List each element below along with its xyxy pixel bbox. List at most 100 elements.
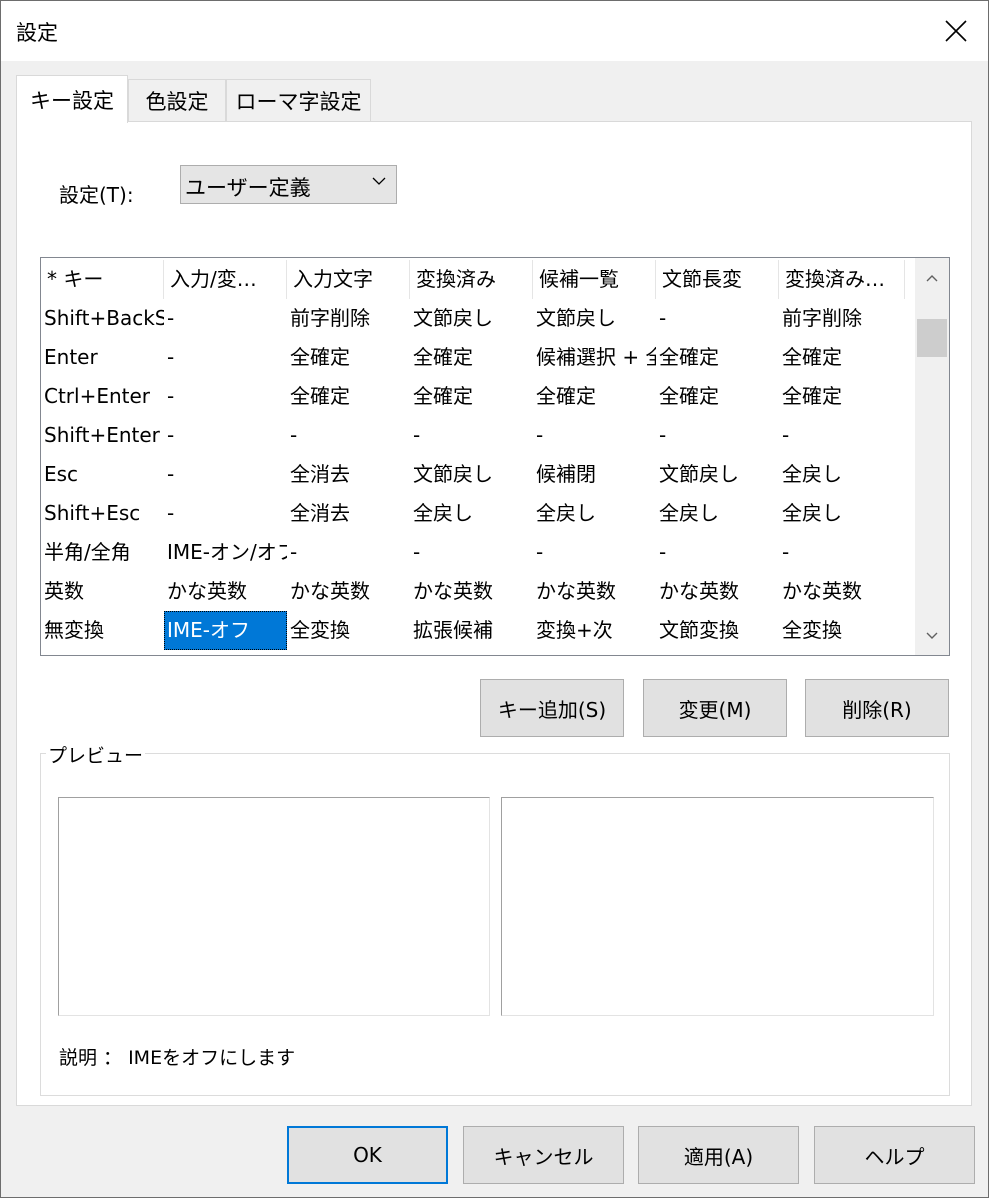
table-row[interactable]: Enter-全確定全確定候補選択 + 全確定全確定全確定 xyxy=(41,338,915,377)
table-cell[interactable]: 文節戻し xyxy=(533,299,656,338)
table-row[interactable]: 無変換 IME-オフ 全変換 拡張候補 変換+次 文節変換 全変換 xyxy=(41,611,915,650)
column-header[interactable]: 変換済み… xyxy=(779,260,905,299)
scroll-down-icon[interactable] xyxy=(924,628,940,644)
close-button[interactable] xyxy=(924,1,988,61)
help-button[interactable]: ヘルプ xyxy=(814,1126,975,1184)
table-cell[interactable]: - xyxy=(287,533,410,572)
table-cell[interactable]: - xyxy=(779,533,905,572)
table-cell[interactable]: 英数 xyxy=(41,572,164,611)
key-table[interactable]: * キー 入力/変… 入力文字 変換済み 候補一覧 文節長変 変換済み… Shift+Back… xyxy=(40,257,950,656)
table-cell[interactable]: 全確定 xyxy=(656,377,779,416)
table-cell[interactable]: 候補選択 + 全確定 xyxy=(533,338,656,377)
tab-color-settings[interactable]: 色設定 xyxy=(128,79,226,121)
table-row[interactable]: Shift+BackSpace-前字削除文節戻し文節戻し-前字削除 xyxy=(41,299,915,338)
table-cell[interactable]: - xyxy=(164,299,287,338)
table-cell[interactable]: 前字削除 xyxy=(779,299,905,338)
column-header[interactable]: 候補一覧 xyxy=(533,260,656,299)
table-cell[interactable]: 前字削除 xyxy=(287,299,410,338)
table-cell[interactable]: 全戻し xyxy=(410,494,533,533)
table-cell[interactable]: - xyxy=(287,416,410,455)
scroll-up-icon[interactable] xyxy=(924,270,940,286)
table-row[interactable]: Ctrl+Enter - 全確定 全確定 全確定 全確定 全確定 xyxy=(41,377,915,416)
table-cell[interactable]: 全消去 xyxy=(287,455,410,494)
close-icon xyxy=(945,20,967,42)
table-cell[interactable]: - xyxy=(410,533,533,572)
table-cell[interactable]: 全確定 xyxy=(533,377,656,416)
window-title: 設定 xyxy=(16,21,58,45)
table-cell[interactable]: Shift+BackSpace xyxy=(41,299,164,338)
tab-romaji-settings[interactable]: ローマ字設定 xyxy=(226,79,371,121)
table-cell[interactable]: 無変換 xyxy=(41,611,164,650)
table-cell[interactable]: かな英数 xyxy=(164,572,287,611)
setting-dropdown[interactable]: ユーザー定義 xyxy=(180,165,397,204)
table-cell[interactable]: かな英数 xyxy=(533,572,656,611)
table-cell[interactable]: IME-オン/オフ xyxy=(164,533,287,572)
table-cell[interactable]: 文節戻し xyxy=(656,455,779,494)
column-header[interactable]: 文節長変 xyxy=(656,260,779,299)
table-cell[interactable]: 全戻し xyxy=(779,455,905,494)
table-cell[interactable]: 文節戻し xyxy=(410,299,533,338)
table-cell[interactable]: - xyxy=(164,377,287,416)
table-cell[interactable]: 全戻し xyxy=(779,494,905,533)
table-cell[interactable]: 候補閉 xyxy=(533,455,656,494)
table-cell[interactable]: Shift+Enter xyxy=(41,416,164,455)
table-cell[interactable]: 全確定 xyxy=(779,338,905,377)
delete-button[interactable]: 削除(R) xyxy=(805,679,949,737)
table-cell[interactable]: 全確定 xyxy=(779,377,905,416)
column-header[interactable]: 入力/変… xyxy=(164,260,287,299)
table-cell[interactable]: - xyxy=(779,416,905,455)
table-cell[interactable]: Enter xyxy=(41,338,164,377)
table-cell[interactable]: 全確定 xyxy=(410,377,533,416)
table-row[interactable]: Esc - 全消去 文節戻し 候補閉 文節戻し 全戻し xyxy=(41,455,915,494)
table-cell[interactable]: Shift+Esc xyxy=(41,494,164,533)
table-cell[interactable]: IME-オフ xyxy=(164,611,287,650)
table-row[interactable]: Shift+Enter - - - - - - xyxy=(41,416,915,455)
table-cell[interactable]: - xyxy=(164,416,287,455)
table-cell[interactable]: かな英数 xyxy=(287,572,410,611)
table-cell[interactable]: 半角/全角 xyxy=(41,533,164,572)
table-row[interactable]: Shift+Esc - 全消去 全戻し 全戻し 全戻し 全戻し xyxy=(41,494,915,533)
table-cell[interactable]: 変換+次 xyxy=(533,611,656,650)
table-cell[interactable]: - xyxy=(656,299,779,338)
change-button[interactable]: 変更(M) xyxy=(643,679,787,737)
cancel-button[interactable]: キャンセル xyxy=(463,1126,624,1184)
description-text: 説明 ： IMEをオフにします xyxy=(59,1047,296,1069)
table-cell[interactable]: 拡張候補 xyxy=(410,611,533,650)
apply-button[interactable]: 適用(A) xyxy=(638,1126,799,1184)
table-cell[interactable]: 全消去 xyxy=(287,494,410,533)
table-cell[interactable]: - xyxy=(533,533,656,572)
table-cell[interactable]: 全変換 xyxy=(779,611,905,650)
column-header[interactable]: 変換済み xyxy=(410,260,533,299)
scroll-thumb[interactable] xyxy=(917,319,947,357)
table-cell[interactable]: - xyxy=(410,416,533,455)
table-cell[interactable]: - xyxy=(533,416,656,455)
table-cell[interactable]: 全確定 xyxy=(287,377,410,416)
table-cell[interactable]: 全戻し xyxy=(533,494,656,533)
table-cell[interactable]: 全変換 xyxy=(287,611,410,650)
table-cell[interactable]: - xyxy=(164,338,287,377)
table-cell[interactable]: - xyxy=(656,533,779,572)
setting-dropdown-value: ユーザー定義 xyxy=(185,176,311,200)
table-row[interactable]: 英数 かな英数 かな英数 かな英数 かな英数 かな英数 かな英数 xyxy=(41,572,915,611)
table-cell[interactable]: 全確定 xyxy=(656,338,779,377)
add-key-button[interactable]: キー追加(S) xyxy=(480,679,624,737)
table-cell[interactable]: 全戻し xyxy=(656,494,779,533)
ok-button[interactable]: OK xyxy=(287,1126,448,1184)
table-cell[interactable]: - xyxy=(164,494,287,533)
table-cell[interactable]: - xyxy=(656,416,779,455)
table-cell[interactable]: かな英数 xyxy=(779,572,905,611)
table-cell[interactable]: 文節戻し xyxy=(410,455,533,494)
table-cell[interactable]: Ctrl+Enter xyxy=(41,377,164,416)
table-cell[interactable]: 全確定 xyxy=(287,338,410,377)
table-row[interactable]: 半角/全角 IME-オン/オフ - - - - - xyxy=(41,533,915,572)
table-cell[interactable]: かな英数 xyxy=(410,572,533,611)
table-cell[interactable]: 文節変換 xyxy=(656,611,779,650)
table-cell[interactable]: 全確定 xyxy=(410,338,533,377)
table-cell[interactable]: - xyxy=(164,455,287,494)
vertical-scrollbar[interactable] xyxy=(915,258,949,655)
table-cell[interactable]: Esc xyxy=(41,455,164,494)
table-cell[interactable]: かな英数 xyxy=(656,572,779,611)
column-header[interactable]: 入力文字 xyxy=(287,260,410,299)
tab-key-settings[interactable]: キー設定 xyxy=(16,75,128,123)
column-header[interactable]: * キー xyxy=(41,260,164,299)
